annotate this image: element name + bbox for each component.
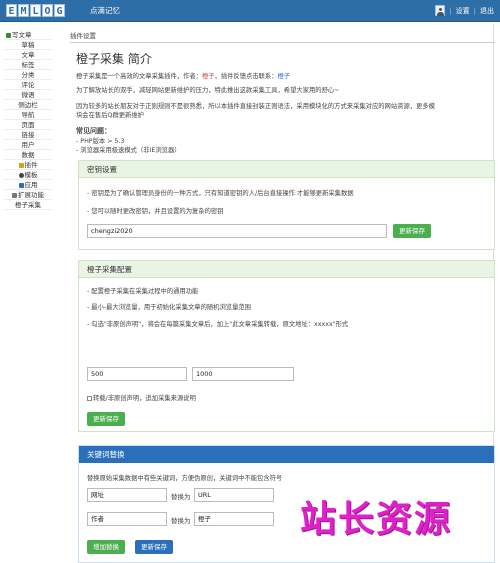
intro-line: 因为较多的站长朋友对于正则规则不是很熟悉，所以本插件直接封装正则语法，采用模块化… [76,103,435,110]
logo-letter: M [18,4,29,17]
keyword-from-input[interactable]: 作者 [87,512,167,526]
sidebar-item-label: 应用 [24,181,38,189]
sidebar-item-extend[interactable]: 扩展功能 [4,190,52,200]
sidebar-item-links[interactable]: 链接 [4,130,52,140]
user-avatar-icon[interactable] [435,5,446,16]
sidebar-item-apps[interactable]: 应用 [4,180,52,190]
sidebar-item-chengzi[interactable]: 橙子采集 [4,200,52,210]
logo-letter: E [6,4,17,17]
panel-header: 关键词替换 [79,446,494,463]
author-name: 橙子 [201,73,215,80]
panel-header: 密钥设置 [79,161,494,178]
contact-link[interactable]: 橙子 [278,73,291,80]
keyword-to-input[interactable]: 橙子 [194,512,274,526]
intro-line: 橙子采集是一个高效的文章采集插件，作者：橙子，插件反馈点击联系：橙子 [76,71,290,80]
top-bar: E M L O G 点滴记忆 | 设置 | 退出 [0,0,500,22]
logo-letter: O [42,4,53,17]
menu-separator: | [473,6,476,15]
menu-separator: | [449,6,452,15]
add-replace-button[interactable]: 增加替换 [87,540,125,554]
sidebar-item-drafts[interactable]: 草稿 [4,40,52,50]
panel-text: 替换原始采集数据中有些关键词，方便伪原创，关键词中不能包含符号 [87,475,283,482]
secret-save-button[interactable]: 更新保存 [393,224,431,238]
keyword-save-button[interactable]: 更新保存 [135,540,173,554]
max-views-input[interactable]: 1000 [192,367,294,381]
sidebar-item-pages[interactable]: 页面 [4,120,52,130]
config-panel: 橙子采集配置 - 配置橙子采集在采集过程中的通用功能 - 最小-最大浏览量，用于… [78,260,495,432]
watermark: 站长资源 [300,498,453,540]
sidebar-item-widgets[interactable]: 侧边栏 [4,100,52,110]
sidebar-item-plugins[interactable]: 插件 [4,160,52,170]
sidebar-item-label: 写文章 [12,31,32,39]
page-title: 橙子采集 简介 [76,52,152,66]
intro-text: 橙子采集是一个高效的文章采集插件，作者： [76,73,202,80]
settings-link[interactable]: 设置 [456,6,470,16]
checkbox-label: 转载/非原创声明，追加采集来源说明 [93,395,196,402]
sidebar-item-micro[interactable]: 微语 [4,90,52,100]
site-name-link[interactable]: 点滴记忆 [90,5,120,16]
plugin-icon [18,162,24,168]
breadcrumb: 插件设置 [70,32,96,40]
sidebar-item-articles[interactable]: 文章 [4,50,52,60]
sidebar-item-tags[interactable]: 标签 [4,60,52,70]
faq-item: - 浏览器采用极速模式（非IE浏览器） [76,147,181,154]
intro-text: ，插件反馈点击联系： [214,73,278,80]
sidebar-item-comments[interactable]: 评论 [4,80,52,90]
sidebar-item-nav[interactable]: 导航 [4,110,52,120]
user-menu: | 设置 | 退出 [435,5,494,16]
panel-text: - 配置橙子采集在采集过程中的通用功能 [87,288,199,295]
repost-checkbox[interactable]: 转载/非原创声明，追加采集来源说明 [87,393,196,402]
template-icon [18,172,24,178]
keyword-from-input[interactable]: 网址 [87,488,167,502]
logo[interactable]: E M L O G [6,4,65,18]
panel-text: - 最小-最大浏览量，用于初始化采集文章的随机浏览量范围 [87,304,251,311]
intro-line: 为了解放站长的双手，减轻网站更新维护的压力，特此推出这款采集工具，希望大家用的舒… [76,87,340,94]
logo-letter: L [30,4,41,17]
sidebar-item-label: 扩展功能 [18,191,44,199]
panel-text: - 密钥是为了确认管理员身份的一种方式，只有知道密钥的人/后台直接操作 才能够更… [87,190,354,197]
intro-line: 块会在售后Q群更新维护 [76,112,144,119]
checkbox-icon[interactable] [87,395,92,401]
replace-label: 替换为 [171,493,191,501]
min-views-input[interactable]: 500 [87,367,187,381]
extend-icon [12,192,17,198]
sidebar-item-categories[interactable]: 分类 [4,70,52,80]
config-save-button[interactable]: 更新保存 [87,412,125,426]
panel-header: 橙子采集配置 [79,261,494,278]
panel-text: - 您可以随时更改密钥，并且设置的为复杂的密钥 [87,208,224,215]
sidebar-item-write[interactable]: 写文章 [4,30,52,40]
secret-key-input[interactable]: chengzi2020 [87,224,387,238]
logo-letter: G [54,4,65,17]
replace-label: 替换为 [171,517,191,525]
keyword-to-input[interactable]: URL [194,488,274,502]
sidebar-item-label: 模板 [24,171,38,179]
faq-title: 常见问题： [76,127,111,135]
secret-panel: 密钥设置 - 密钥是为了确认管理员身份的一种方式，只有知道密钥的人/后台直接操作… [78,160,495,250]
pencil-icon [6,32,11,38]
sidebar-item-users[interactable]: 用户 [4,140,52,150]
sidebar: 写文章 草稿 文章 标签 分类 评论 微语 侧边栏 导航 页面 链接 用户 数据… [4,30,52,210]
sidebar-item-data[interactable]: 数据 [4,150,52,160]
sidebar-item-templates[interactable]: 模板 [4,170,52,180]
faq-item: - PHP版本 > 5.3 [76,138,125,145]
sidebar-item-label: 插件 [24,161,38,169]
panel-text: - 勾选"非原创声明"，将会在每篇采集文章后，加上"此文章采集转载，原文地址：x… [87,321,349,328]
divider [70,42,495,43]
logout-link[interactable]: 退出 [480,6,494,16]
app-icon [18,182,24,188]
